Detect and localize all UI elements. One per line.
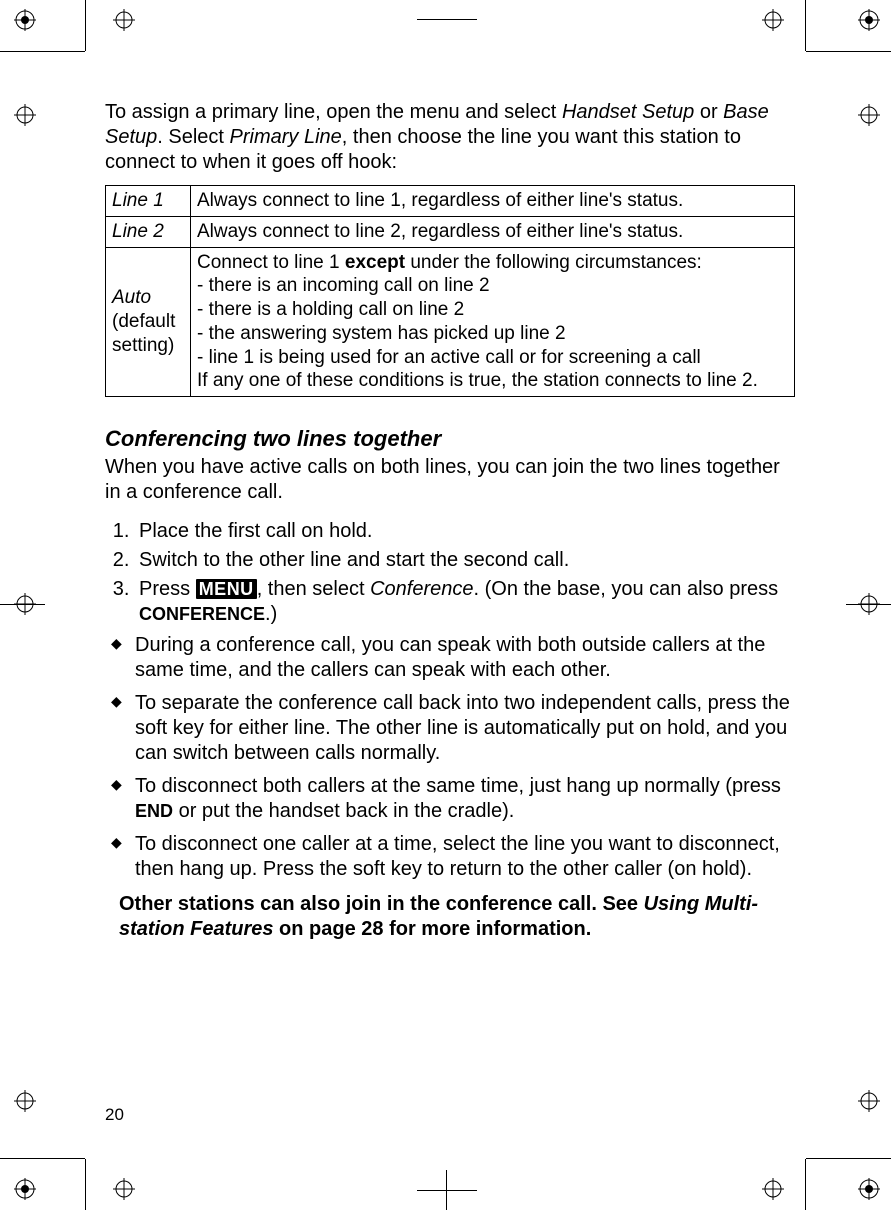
- registration-mark-icon: [858, 1090, 880, 1112]
- table-row: Auto (default setting) Connect to line 1…: [106, 247, 795, 397]
- primary-line-table: Line 1 Always connect to line 1, regardl…: [105, 185, 795, 397]
- steps-list: Place the first call on hold. Switch to …: [105, 519, 795, 627]
- option-desc: Always connect to line 1, regardless of …: [191, 186, 795, 217]
- list-item: During a conference call, you can speak …: [135, 633, 795, 683]
- text: - there is an incoming call on line 2: [197, 275, 490, 296]
- text-bold: except: [345, 252, 405, 273]
- menu-key-icon: MENU: [196, 579, 257, 599]
- page-content: To assign a primary line, open the menu …: [105, 100, 795, 942]
- menu-path-handset-setup: Handset Setup: [562, 101, 694, 123]
- crop-line: [85, 1159, 86, 1210]
- text: on page 28 for more information.: [273, 918, 591, 940]
- section-intro: When you have active calls on both lines…: [105, 455, 795, 505]
- list-item: To separate the conference call back int…: [135, 691, 795, 766]
- page-number: 20: [105, 1104, 124, 1125]
- registration-mark-icon: [762, 1178, 784, 1200]
- crop-line: [417, 19, 477, 20]
- bullet-list: During a conference call, you can speak …: [105, 633, 795, 882]
- option-auto-label: Auto: [112, 287, 151, 308]
- text: , then select: [257, 578, 370, 600]
- option-desc: Connect to line 1 except under the follo…: [191, 247, 795, 397]
- table-row: Line 2 Always connect to line 2, regardl…: [106, 216, 795, 247]
- table-row: Line 1 Always connect to line 1, regardl…: [106, 186, 795, 217]
- registration-mark-icon: [858, 104, 880, 126]
- list-item: To disconnect one caller at a time, sele…: [135, 832, 795, 882]
- text: under the following circumstances:: [405, 252, 702, 273]
- registration-mark-icon: [14, 9, 36, 31]
- crop-line: [0, 1158, 85, 1159]
- step-2: Switch to the other line and start the s…: [135, 548, 795, 573]
- crop-line: [806, 1158, 891, 1159]
- key-conference: CONFERENCE: [139, 604, 265, 624]
- text: or: [694, 101, 723, 123]
- registration-mark-icon: [858, 9, 880, 31]
- text: To disconnect both callers at the same t…: [135, 775, 781, 797]
- key-end: END: [135, 801, 173, 821]
- registration-mark-icon: [858, 1178, 880, 1200]
- registration-mark-icon: [14, 104, 36, 126]
- option-line-2: Line 2: [106, 216, 191, 247]
- crop-line: [446, 1170, 447, 1210]
- text: - line 1 is being used for an active cal…: [197, 347, 701, 368]
- crop-line: [805, 1159, 806, 1210]
- menu-path-primary-line: Primary Line: [230, 126, 342, 148]
- registration-mark-icon: [113, 1178, 135, 1200]
- crop-line: [417, 1190, 477, 1191]
- option-desc: Always connect to line 2, regardless of …: [191, 216, 795, 247]
- note-other-stations: Other stations can also join in the conf…: [119, 892, 785, 942]
- crop-line: [85, 0, 86, 51]
- crop-line: [806, 51, 891, 52]
- text: . Select: [157, 126, 229, 148]
- registration-mark-icon: [762, 9, 784, 31]
- text: To assign a primary line, open the menu …: [105, 101, 562, 123]
- text: If any one of these conditions is true, …: [197, 370, 758, 391]
- intro-paragraph: To assign a primary line, open the menu …: [105, 100, 795, 175]
- step-3: Press MENU, then select Conference. (On …: [135, 577, 795, 627]
- option-auto: Auto (default setting): [106, 247, 191, 397]
- crop-line: [805, 0, 806, 51]
- registration-mark-icon: [14, 1178, 36, 1200]
- text: - the answering system has picked up lin…: [197, 323, 566, 344]
- step-1: Place the first call on hold.: [135, 519, 795, 544]
- text: - there is a holding call on line 2: [197, 299, 464, 320]
- section-heading-conferencing: Conferencing two lines together: [105, 425, 795, 453]
- crop-line: [0, 604, 45, 605]
- text: . (On the base, you can also press: [474, 578, 779, 600]
- option-auto-sub: (default setting): [112, 310, 184, 358]
- list-item: To disconnect both callers at the same t…: [135, 774, 795, 824]
- text: .): [265, 603, 277, 625]
- menu-item-conference: Conference: [370, 578, 473, 600]
- registration-mark-icon: [14, 1090, 36, 1112]
- text: Other stations can also join in the conf…: [119, 893, 644, 915]
- crop-line: [846, 604, 891, 605]
- text: Connect to line 1: [197, 252, 345, 273]
- text: Press: [139, 578, 196, 600]
- crop-line: [0, 51, 85, 52]
- text: or put the handset back in the cradle).: [173, 800, 514, 822]
- registration-mark-icon: [113, 9, 135, 31]
- option-line-1: Line 1: [106, 186, 191, 217]
